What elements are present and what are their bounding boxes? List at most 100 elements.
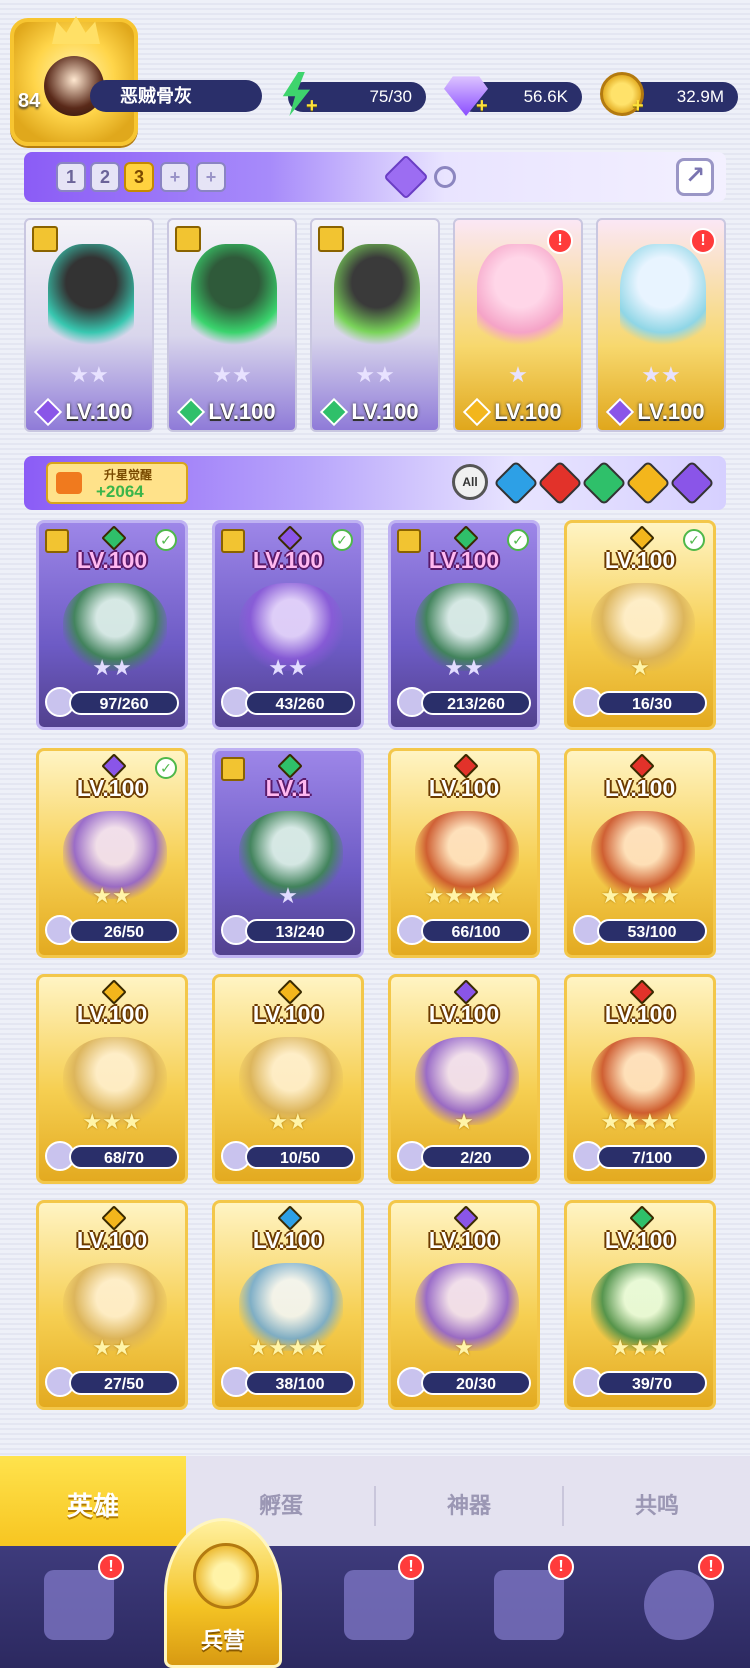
shard-progress: 68/70	[69, 1145, 179, 1169]
hero-card[interactable]: LV.100 ★★★★ 38/100	[212, 1200, 364, 1410]
hero-level: LV.100	[76, 1227, 148, 1253]
nav-barracks-label: 兵营	[200, 1628, 245, 1653]
shard-progress: 43/260	[245, 691, 355, 715]
tab-artifact[interactable]: 神器	[376, 1456, 562, 1556]
filter-dark-icon[interactable]	[669, 460, 715, 506]
team-hero-card[interactable]: ! ★★ LV.100	[596, 218, 726, 432]
shard-progress: 53/100	[597, 919, 707, 943]
nav-book[interactable]: !	[334, 1554, 424, 1650]
hero-level: LV.100	[494, 399, 562, 424]
awakening-button[interactable]: 升星觉醒 +2064	[46, 462, 188, 504]
hero-level: LV.100	[252, 547, 324, 573]
hero-stars: ★★	[92, 1335, 132, 1360]
team-tab-2[interactable]: 2	[90, 162, 120, 192]
hero-stars: ★★★★	[424, 883, 504, 908]
shop-icon	[494, 1570, 564, 1640]
hero-level: LV.1	[265, 775, 311, 801]
team-tab-3[interactable]: 3	[124, 162, 154, 192]
shard-progress: 66/100	[421, 919, 531, 943]
filter-water-icon[interactable]	[493, 460, 539, 506]
search-icon[interactable]	[434, 166, 456, 188]
hero-level: LV.100	[208, 399, 276, 424]
hero-stars: ★★★★	[600, 1109, 680, 1134]
energy-counter[interactable]: + 75/30	[282, 72, 426, 116]
hero-stars: ★★★★	[600, 883, 680, 908]
hero-level: LV.100	[252, 1001, 324, 1027]
shard-progress: 10/50	[245, 1145, 355, 1169]
hero-stars: ★	[508, 362, 528, 387]
hero-card[interactable]: ✓ LV.100 ★ 16/30	[564, 520, 716, 730]
hero-stars: ★★	[69, 362, 109, 387]
hero-card[interactable]: LV.100 ★ 2/20	[388, 974, 540, 1184]
hero-card[interactable]: LV.100 ★ 20/30	[388, 1200, 540, 1410]
hero-card[interactable]: LV.100 ★★★★ 53/100	[564, 748, 716, 958]
team-hero-card[interactable]: ★★ LV.100	[167, 218, 297, 432]
tab-heroes[interactable]: 英雄	[0, 1456, 186, 1556]
filter-nature-icon[interactable]	[581, 460, 627, 506]
hero-card[interactable]: LV.100 ★★★★ 66/100	[388, 748, 540, 958]
player-name[interactable]: 恶贼骨灰	[90, 80, 262, 112]
hero-card[interactable]: LV.100 ★★ 27/50	[36, 1200, 188, 1410]
hero-stars: ★	[630, 655, 650, 680]
team-hero-card[interactable]: ★★ LV.100	[310, 218, 440, 432]
team-hero-card[interactable]: ★★ LV.100	[24, 218, 154, 432]
barracks-icon	[193, 1543, 259, 1609]
hero-level: LV.100	[604, 1227, 676, 1253]
hero-card[interactable]: ✓ LV.100 ★★ 26/50	[36, 748, 188, 958]
team-tab-add-2[interactable]: +	[196, 162, 226, 192]
nav-guild[interactable]: !	[634, 1554, 724, 1650]
nav-shop[interactable]: !	[484, 1554, 574, 1650]
coin-plus-icon[interactable]: +	[632, 96, 644, 116]
element-filter-icon[interactable]	[383, 154, 429, 200]
hero-portrait	[334, 244, 420, 354]
hero-card[interactable]: LV.1 ★ 13/240	[212, 748, 364, 958]
awakening-label: 升星觉醒	[104, 468, 153, 482]
team-lineup: ★★ LV.100 ★★ LV.100 ★★ LV.100 ! ★ LV.100…	[24, 218, 726, 432]
tab-resonance[interactable]: 共鸣	[564, 1456, 750, 1556]
nav-cards[interactable]: !	[34, 1554, 124, 1650]
hero-stars: ★★	[268, 655, 308, 680]
filter-all-button[interactable]: All	[452, 464, 488, 500]
hero-level: LV.100	[76, 1001, 148, 1027]
player-level: 84	[18, 90, 41, 112]
alert-badge-icon: !	[548, 1554, 574, 1580]
hero-level: LV.100	[604, 547, 676, 573]
filter-light-icon[interactable]	[625, 460, 671, 506]
coin-value: 32.9M	[676, 87, 724, 106]
team-tab-1[interactable]: 1	[56, 162, 86, 192]
alert-badge-icon: !	[98, 1554, 124, 1580]
hero-card[interactable]: LV.100 ★★★ 39/70	[564, 1200, 716, 1410]
team-tab-add-1[interactable]: +	[160, 162, 190, 192]
alert-badge-icon: !	[698, 1554, 724, 1580]
hero-stars: ★	[454, 1335, 474, 1360]
hero-card[interactable]: ✓ LV.100 ★★ 213/260	[388, 520, 540, 730]
hero-level: LV.100	[428, 1001, 500, 1027]
hero-level: LV.100	[428, 775, 500, 801]
gem-counter[interactable]: + 56.6K	[444, 76, 582, 116]
hero-card[interactable]: ✓ LV.100 ★★ 43/260	[212, 520, 364, 730]
energy-plus-icon[interactable]: +	[306, 96, 318, 116]
hero-card[interactable]: LV.100 ★★★★ 7/100	[564, 974, 716, 1184]
filter-fire-icon[interactable]	[537, 460, 583, 506]
gem-plus-icon[interactable]: +	[476, 96, 488, 116]
hero-level: LV.100	[76, 547, 148, 573]
hero-level: LV.100	[351, 399, 419, 424]
share-icon[interactable]	[676, 158, 714, 196]
hero-card[interactable]: LV.100 ★★★ 68/70	[36, 974, 188, 1184]
awakening-value: +2064	[96, 482, 144, 501]
coin-counter[interactable]: + 32.9M	[600, 72, 738, 116]
hero-filter-bar: 升星觉醒 +2064 All	[24, 456, 726, 510]
hero-stars: ★	[454, 1109, 474, 1134]
hero-card[interactable]: LV.100 ★★ 10/50	[212, 974, 364, 1184]
bottom-navbar: ! ! ! !	[0, 1546, 750, 1668]
team-selector-bar: 1 2 3 + +	[24, 152, 726, 202]
cards-icon	[44, 1570, 114, 1640]
team-hero-card[interactable]: ! ★ LV.100	[453, 218, 583, 432]
hero-card[interactable]: ✓ LV.100 ★★ 97/260	[36, 520, 188, 730]
hero-portrait	[48, 244, 134, 354]
nav-barracks[interactable]: 兵营	[164, 1518, 282, 1668]
rank-badge-icon	[32, 226, 58, 252]
hero-stars: ★★★★	[248, 1335, 328, 1360]
hero-portrait	[620, 244, 706, 354]
hero-level: LV.100	[637, 399, 705, 424]
